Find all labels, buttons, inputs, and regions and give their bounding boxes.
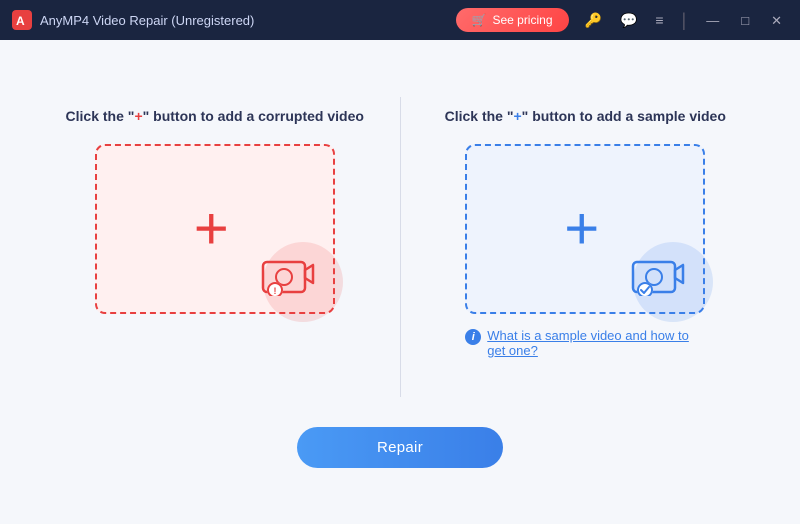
corrupted-panel-title: Click the "+" button to add a corrupted … [66,107,364,127]
app-title: AnyMP4 Video Repair (Unregistered) [40,13,456,28]
panels-container: Click the "+" button to add a corrupted … [40,97,760,397]
key-button[interactable]: 🔑 [581,11,606,29]
app-logo: A [12,10,32,30]
svg-text:!: ! [273,286,276,296]
sample-panel-title: Click the "+" button to add a sample vid… [445,107,726,127]
info-icon: i [465,329,481,345]
pricing-label: See pricing [492,13,552,27]
close-button[interactable]: ✕ [765,12,788,29]
info-link-text: What is a sample video and how to get on… [487,328,705,358]
maximize-button[interactable]: □ [735,12,755,29]
sample-camera-icon [631,252,685,296]
menu-button[interactable]: ≡ [651,11,667,29]
corrupted-video-panel: Click the "+" button to add a corrupted … [40,97,390,325]
repair-button[interactable]: Repair [297,427,503,468]
corrupted-drop-zone[interactable]: + ! [95,144,335,314]
sample-plus-highlight: + [513,108,521,124]
titlebar: A AnyMP4 Video Repair (Unregistered) 🛒 S… [0,0,800,40]
corrupted-add-icon: + [194,199,229,259]
main-content: Click the "+" button to add a corrupted … [0,40,800,524]
svg-text:A: A [16,14,25,28]
chat-button[interactable]: 💬 [616,11,641,29]
panel-divider [400,97,401,397]
minimize-button[interactable]: — [700,12,725,29]
sample-video-panel: Click the "+" button to add a sample vid… [411,97,761,369]
cart-icon: 🛒 [472,13,487,27]
see-pricing-button[interactable]: 🛒 See pricing [456,8,569,32]
corrupted-plus-highlight: + [134,108,142,124]
titlebar-controls: 🔑 💬 ≡ | — □ ✕ [581,10,789,31]
sample-add-icon: + [564,199,599,259]
corrupted-camera-icon: ! [261,252,315,296]
repair-button-wrapper: Repair [297,427,503,468]
sample-info-link[interactable]: i What is a sample video and how to get … [465,328,705,358]
sample-drop-zone[interactable]: + [465,144,705,314]
